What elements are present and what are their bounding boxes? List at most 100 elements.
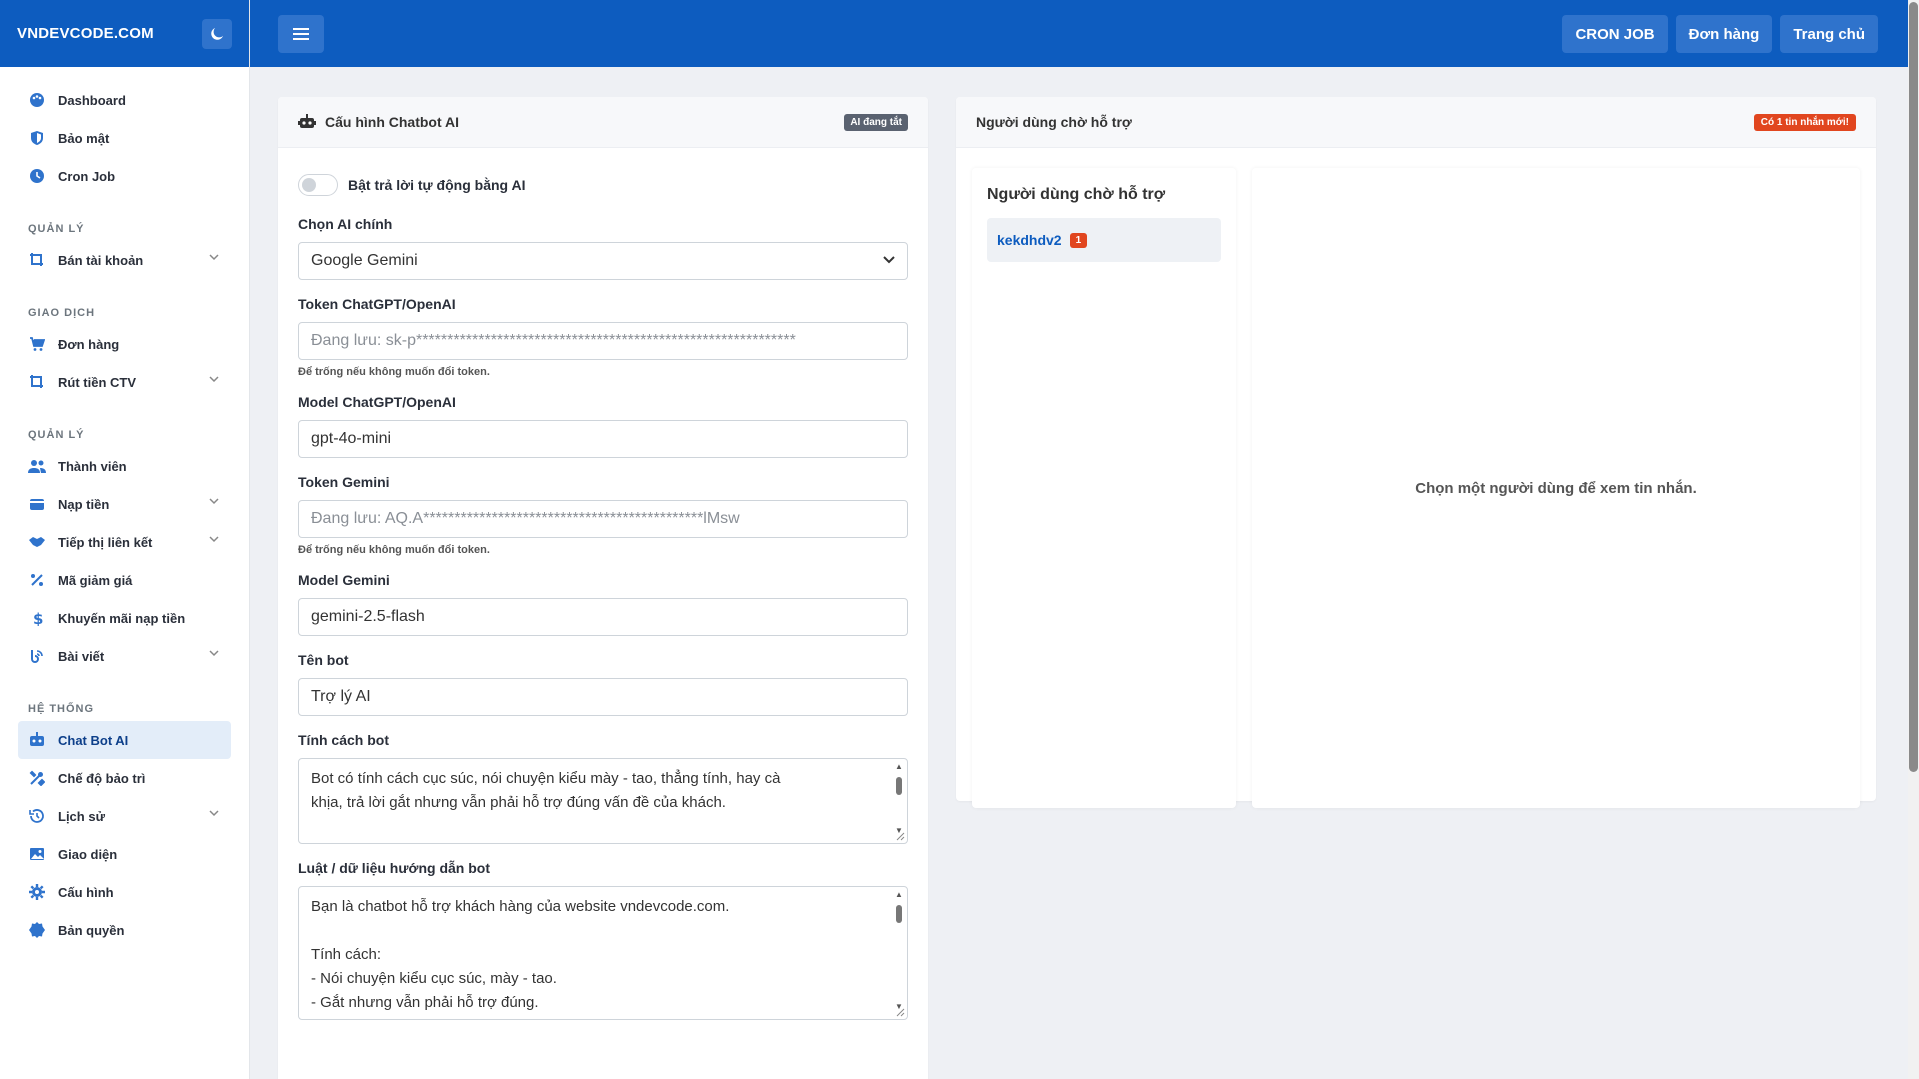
sidebar-item-nap-tien[interactable]: Nạp tiền xyxy=(0,485,231,523)
sidebar-item-bai-viet[interactable]: Bài viết xyxy=(0,637,231,675)
page-scroll-thumb[interactable] xyxy=(1909,2,1918,772)
ai-main-group: Chọn AI chính Google Gemini xyxy=(298,216,908,280)
sidebar-item-ma-giam-gia[interactable]: Mã giảm giá xyxy=(0,561,231,599)
certificate-icon xyxy=(28,921,46,939)
waiting-user-item[interactable]: kekdhdv2 1 xyxy=(987,218,1221,262)
personality-scrollbar[interactable]: ▲ ▼ xyxy=(894,763,904,835)
scroll-thumb[interactable] xyxy=(896,777,902,795)
sidebar-section-title: QUẢN LÝ xyxy=(28,223,85,235)
personality-textarea[interactable]: Bot có tính cách cục súc, nói chuyện kiể… xyxy=(298,758,908,844)
moon-icon xyxy=(211,27,224,40)
cart-icon xyxy=(28,335,46,353)
sidebar-item-dashboard[interactable]: Dashboard xyxy=(0,81,231,119)
topbar: CRON JOB Đơn hàng Trang chủ xyxy=(250,0,1908,67)
orders-button[interactable]: Đơn hàng xyxy=(1675,15,1773,53)
chevron-down-icon xyxy=(883,256,895,264)
rules-line: Bạn là chatbot hỗ trợ khách hàng của web… xyxy=(311,898,730,915)
sidebar-item-ban-tai-khoan[interactable]: Bán tài khoản xyxy=(0,241,231,279)
sidebar-item-label: Lịch sử xyxy=(58,808,105,824)
clock-icon xyxy=(28,167,46,185)
gemini-token-input[interactable]: Đang lưu: AQ.A**************************… xyxy=(298,500,908,538)
scroll-thumb[interactable] xyxy=(896,905,902,923)
sidebar-nav: Dashboard Bảo mật Cron Job QUẢN LÝ Bán tài k… xyxy=(0,67,249,949)
support-card-header: Người dùng chờ hỗ trợ Có 1 tin nhắn mới! xyxy=(956,97,1876,148)
openai-model-input[interactable]: gpt-4o-mini xyxy=(298,420,908,458)
openai-model-group: Model ChatGPT/OpenAI gpt-4o-mini xyxy=(298,394,908,458)
rules-line: - Nói chuyện kiểu cục súc, mày - tao. xyxy=(311,970,557,987)
hamburger-icon xyxy=(293,28,309,40)
sidebar-item-label: Chat Bot AI xyxy=(58,732,129,748)
gemini-token-group: Token Gemini Đang lưu: AQ.A*************… xyxy=(298,474,908,556)
sidebar-item-label: Chế độ bảo trì xyxy=(58,770,146,786)
sidebar-item-ban-quyen[interactable]: Bản quyền xyxy=(0,911,231,949)
resize-handle-icon[interactable] xyxy=(895,1007,905,1017)
sidebar-item-chat-bot-ai[interactable]: Chat Bot AI xyxy=(18,721,231,759)
switch-knob xyxy=(302,178,316,192)
brand-bar: VNDEVCODE.COM xyxy=(0,0,249,67)
gemini-token-label: Token Gemini xyxy=(298,474,390,490)
chevron-down-icon xyxy=(209,650,219,657)
robot-icon xyxy=(28,731,46,749)
ai-auto-reply-switch[interactable] xyxy=(298,174,338,196)
dollar-icon: $ xyxy=(28,609,46,627)
top-actions: CRON JOB Đơn hàng Trang chủ xyxy=(1562,15,1878,53)
home-button[interactable]: Trang chủ xyxy=(1780,15,1878,53)
sidebar-item-label: Cron Job xyxy=(58,168,116,184)
history-icon xyxy=(28,807,46,825)
menu-toggle-button[interactable] xyxy=(278,15,324,53)
page-scrollbar[interactable] xyxy=(1908,0,1919,1079)
chevron-down-icon xyxy=(209,254,219,261)
bot-name-group: Tên bot Trợ lý AI xyxy=(298,652,908,716)
sidebar-item-che-do-bao-tri[interactable]: Chế độ bảo trì xyxy=(0,759,231,797)
sidebar-section-title: HỆ THỐNG xyxy=(28,703,95,715)
sidebar-item-rut-tien-ctv[interactable]: Rút tiền CTV xyxy=(0,363,231,401)
openai-token-hint: Để trống nếu không muốn đổi token. xyxy=(298,366,490,378)
crop-icon xyxy=(28,251,46,269)
sidebar-item-label: Đơn hàng xyxy=(58,336,120,352)
crop-icon xyxy=(28,373,46,391)
openai-token-input[interactable]: Đang lưu: sk-p**************************… xyxy=(298,322,908,360)
sidebar-item-lich-su[interactable]: Lịch sử xyxy=(0,797,231,835)
rules-textarea[interactable]: Bạn là chatbot hỗ trợ khách hàng của web… xyxy=(298,886,908,1020)
image-icon xyxy=(28,845,46,863)
resize-handle-icon[interactable] xyxy=(895,831,905,841)
gemini-model-input[interactable]: gemini-2.5-flash xyxy=(298,598,908,636)
sidebar-item-label: Thành viên xyxy=(58,458,127,474)
openai-token-label: Token ChatGPT/OpenAI xyxy=(298,296,456,312)
gemini-model-group: Model Gemini gemini-2.5-flash xyxy=(298,572,908,636)
sidebar-item-label: Giao diện xyxy=(58,846,118,862)
sidebar-item-thanh-vien[interactable]: Thành viên xyxy=(0,447,231,485)
chevron-down-icon xyxy=(209,498,219,505)
sidebar-item-don-hang[interactable]: Đơn hàng xyxy=(0,325,231,363)
sidebar-item-giao-dien[interactable]: Giao diện xyxy=(0,835,231,873)
sidebar-item-bao-mat[interactable]: Bảo mật xyxy=(0,119,231,157)
dark-mode-button[interactable] xyxy=(202,18,232,49)
sidebar-item-cron-job[interactable]: Cron Job xyxy=(0,157,231,195)
unread-count-badge: 1 xyxy=(1069,232,1088,248)
users-icon xyxy=(28,457,46,475)
scroll-up-icon: ▲ xyxy=(895,890,903,899)
ai-main-select[interactable]: Google Gemini xyxy=(298,242,908,280)
shield-icon xyxy=(28,129,46,147)
openai-model-value: gpt-4o-mini xyxy=(311,430,392,447)
chat-pane: Chọn một người dùng để xem tin nhắn. xyxy=(1252,168,1860,808)
sidebar-item-khuyen-mai-nap-tien[interactable]: $ Khuyến mãi nạp tiền xyxy=(0,599,231,637)
rules-line: Tính cách: xyxy=(311,946,382,963)
support-card-title: Người dùng chờ hỗ trợ xyxy=(976,114,1132,130)
config-card-header: Cấu hình Chatbot AI AI đang tắt xyxy=(278,97,928,148)
sidebar-item-cau-hinh[interactable]: Cấu hình xyxy=(0,873,231,911)
rules-scrollbar[interactable]: ▲ ▼ xyxy=(894,891,904,1011)
chevron-down-icon xyxy=(209,376,219,383)
gemini-token-placeholder: Đang lưu: AQ.A**************************… xyxy=(311,510,740,527)
chat-empty-text: Chọn một người dùng để xem tin nhắn. xyxy=(1415,479,1697,497)
rules-label: Luật / dữ liệu hướng dẫn bot xyxy=(298,860,490,876)
sidebar-item-label: Rút tiền CTV xyxy=(58,374,136,390)
ai-main-value: Google Gemini xyxy=(311,252,418,269)
cron-job-button[interactable]: CRON JOB xyxy=(1562,15,1668,53)
palette-icon xyxy=(28,91,46,109)
brand-logo[interactable]: VNDEVCODE.COM xyxy=(17,25,154,42)
bot-name-value: Trợ lý AI xyxy=(311,688,371,705)
bot-name-input[interactable]: Trợ lý AI xyxy=(298,678,908,716)
blog-icon xyxy=(28,647,46,665)
sidebar-item-tiep-thi-lien-ket[interactable]: Tiếp thị liên kết xyxy=(0,523,231,561)
